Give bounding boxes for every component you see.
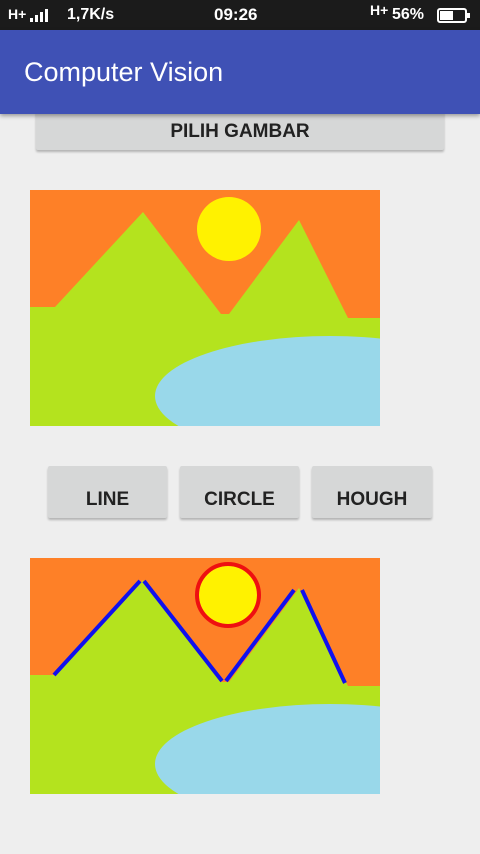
network-type-indicator: H+ [8,6,27,22]
sun [197,197,261,261]
app-bar: Computer Vision [0,30,480,114]
line-button[interactable]: LINE [48,466,167,518]
battery-percent: 56% [392,6,425,23]
app-title: Computer Vision [24,57,224,87]
status-bar: H+ 1,7K/s 09:26 H+ 56% [0,0,480,30]
battery-icon [437,8,470,23]
output-image [30,558,380,794]
hough-button[interactable]: HOUGH [312,466,432,518]
clock: 09:26 [214,5,258,24]
network-type-indicator-right: H+ [370,2,389,18]
circle-button[interactable]: CIRCLE [180,466,299,518]
battery-level-fill [440,11,453,20]
signal-strength-icon [30,8,54,22]
network-speed: 1,7K/s [67,6,115,23]
input-image [30,190,380,426]
sun [199,566,257,624]
